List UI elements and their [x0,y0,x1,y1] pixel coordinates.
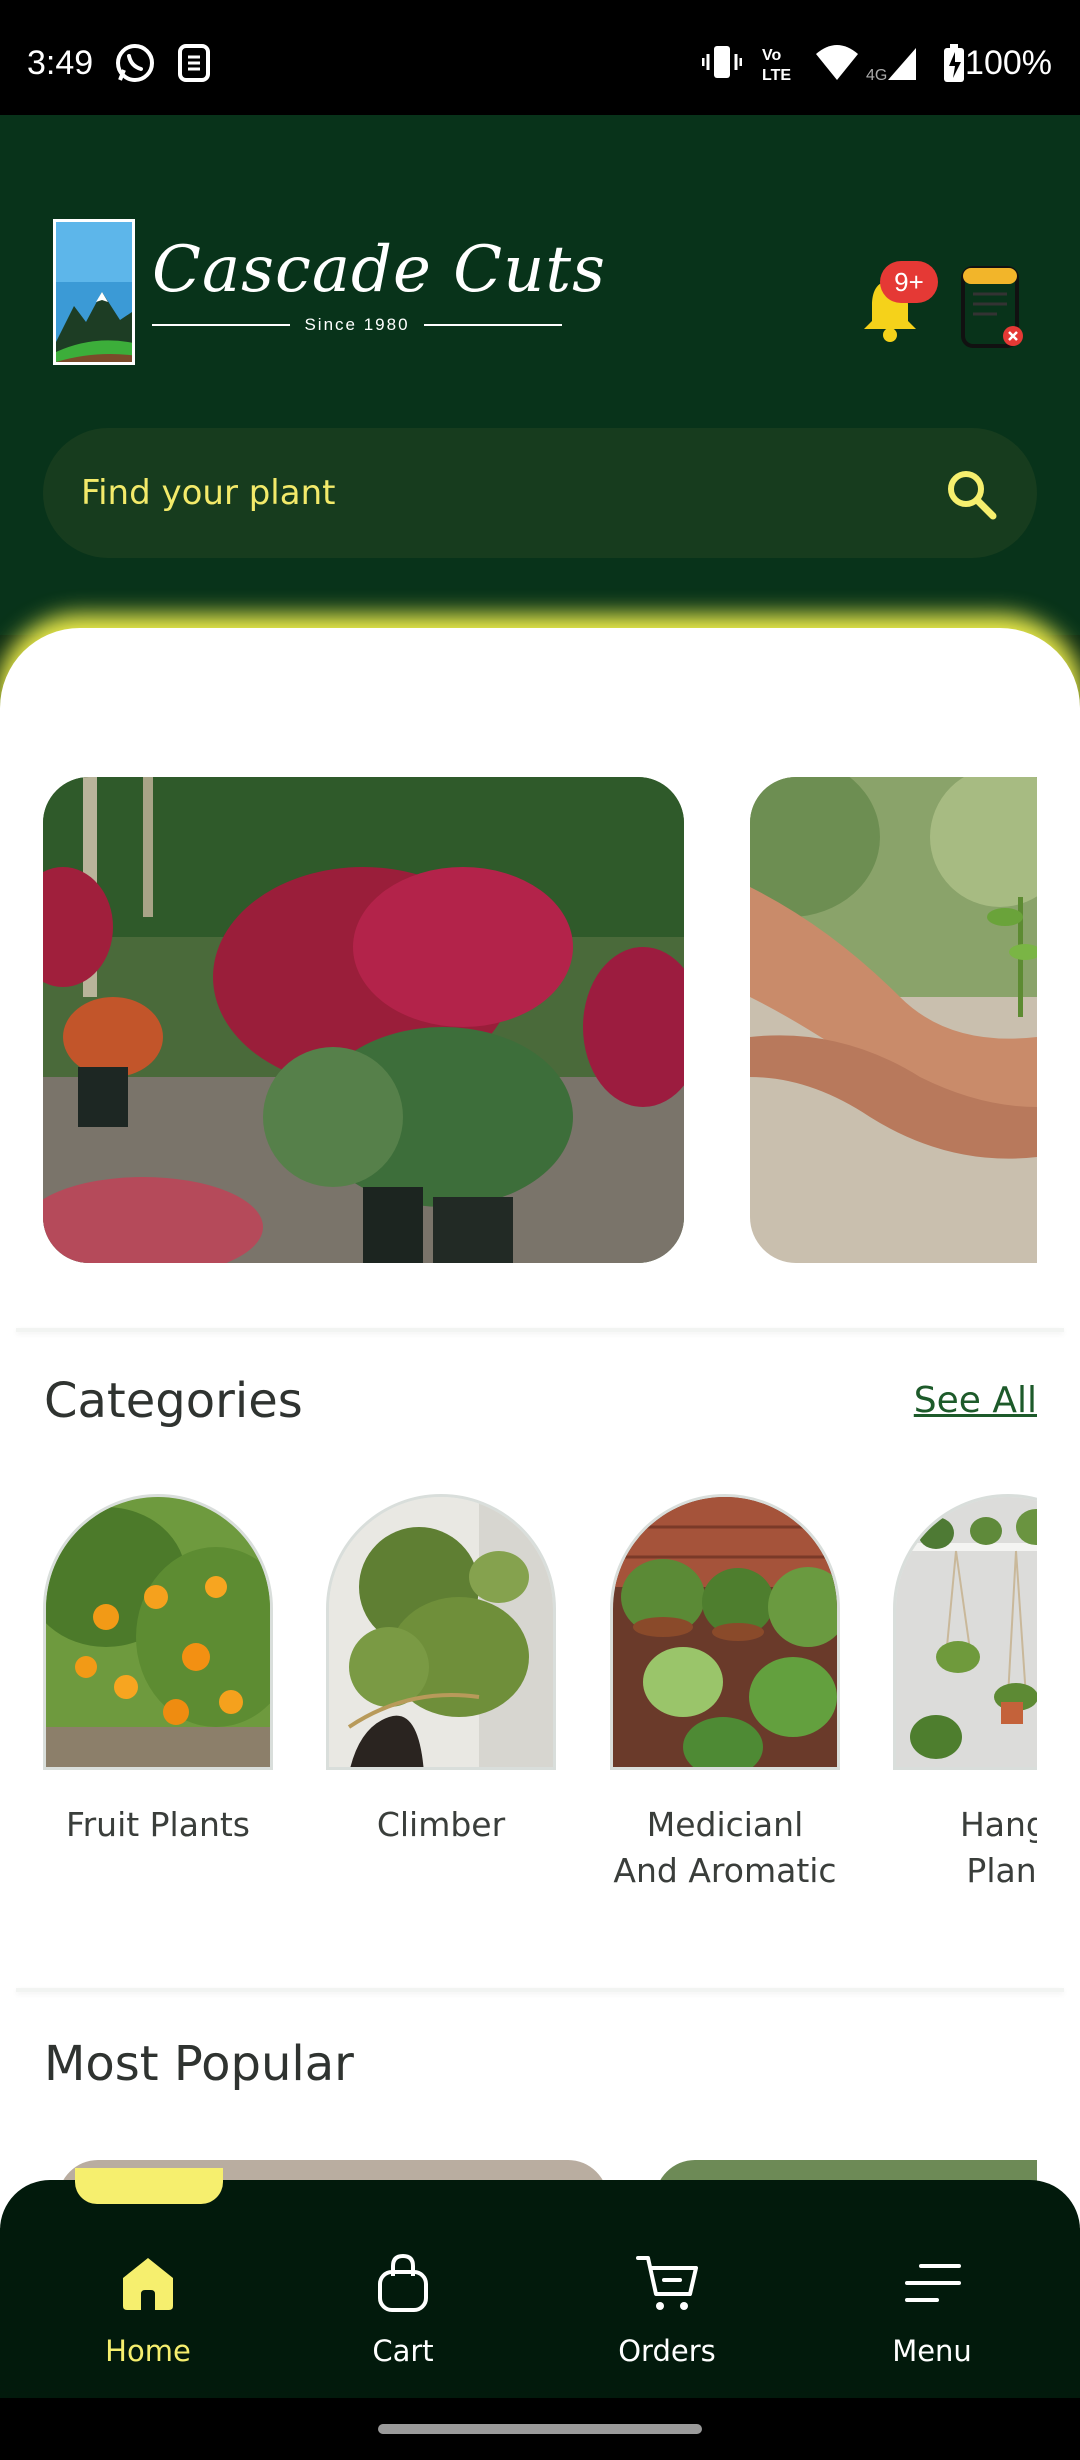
whatsapp-icon [116,44,154,82]
nav-menu[interactable]: Menu [832,2250,1032,2368]
brand-name: Cascade Cuts [152,233,606,307]
category-card-inner: Hangi Plant [893,1494,1037,1894]
nav-label: Cart [372,2334,434,2368]
category-label-line: Climber [376,1805,506,1844]
category-label-line: Medicianl [646,1805,804,1844]
svg-text:4G: 4G [866,67,887,84]
category-card-medicinal-aromatic[interactable]: Medicianl And Aromatic [610,1494,840,1894]
signal-4g-icon: 4G [866,48,916,84]
vibrate-icon [702,46,742,78]
most-popular-title: Most Popular [44,2036,354,2092]
cart-icon [636,2256,698,2310]
notification-badge: 9+ [880,261,938,303]
nav-orders[interactable]: Orders [567,2250,767,2368]
brand-tagline: Since 1980 [304,315,410,334]
svg-text:LTE: LTE [762,67,791,84]
category-card-hanging-plants[interactable]: Hangi Plant [893,1494,1037,1894]
bottom-navigation: Home Cart Orders Menu [0,2168,1080,2398]
section-divider [16,1328,1064,1332]
search-icon[interactable] [945,468,997,520]
sim-app-icon [178,44,210,82]
nav-label: Menu [892,2334,972,2368]
main-content: Categories See All Fruit Plants Climber … [0,628,1080,2240]
promo-banner[interactable] [43,777,684,1263]
category-label-line: Plant [966,1851,1037,1890]
nav-label: Orders [618,2334,716,2368]
hanging-plants-image [893,1494,1037,1770]
home-icon [123,2258,173,2310]
medicinal-aromatic-image [610,1494,840,1770]
nav-home[interactable]: Home [48,2250,248,2368]
battery-charging-icon [944,44,964,82]
category-label: Hangi Plant [893,1802,1037,1894]
climber-image [326,1494,556,1770]
system-gesture-bar [0,2398,1080,2460]
nav-cart[interactable]: Cart [303,2250,503,2368]
search-bar[interactable] [43,428,1037,558]
wifi-icon [816,45,858,80]
nursery-plants-image [43,777,684,1263]
bag-icon [378,2253,428,2312]
search-input[interactable] [81,428,901,558]
active-tab-indicator [75,2168,223,2204]
tagline-divider [152,324,291,326]
category-label-line: Fruit Plants [66,1805,250,1844]
categories-title: Categories [44,1373,303,1429]
category-label-line: And Aromatic [613,1851,837,1890]
promo-banner[interactable] [750,777,1037,1263]
svg-text:Vo: Vo [762,47,781,64]
battery-percentage: 100% [965,44,1052,82]
tagline-divider [423,324,563,326]
category-label: Climber [326,1802,556,1848]
category-label: Fruit Plants [43,1802,273,1848]
document-alert-icon[interactable] [957,260,1027,352]
gesture-handle[interactable] [378,2424,702,2434]
menu-icon [905,2264,961,2302]
see-all-link[interactable]: See All [914,1380,1037,1421]
brand-logo-icon [53,219,135,365]
category-label-line: Hangi [959,1805,1037,1844]
category-label: Medicianl And Aromatic [610,1802,840,1894]
fruit-plants-image [43,1494,273,1770]
brand-tagline-row: Since 1980 [152,311,563,339]
category-card-climber[interactable]: Climber [326,1494,556,1848]
category-card-fruit-plants[interactable]: Fruit Plants [43,1494,273,1848]
section-divider [16,1988,1064,1992]
status-bar: 3:49 Vo LTE 4G 100% [0,0,1080,115]
status-time: 3:49 [27,44,94,82]
volte-icon: Vo LTE [762,47,791,84]
app-header: Cascade Cuts Since 1980 9+ [0,115,1080,635]
nav-label: Home [105,2334,191,2368]
hands-seedling-image [750,777,1037,1263]
